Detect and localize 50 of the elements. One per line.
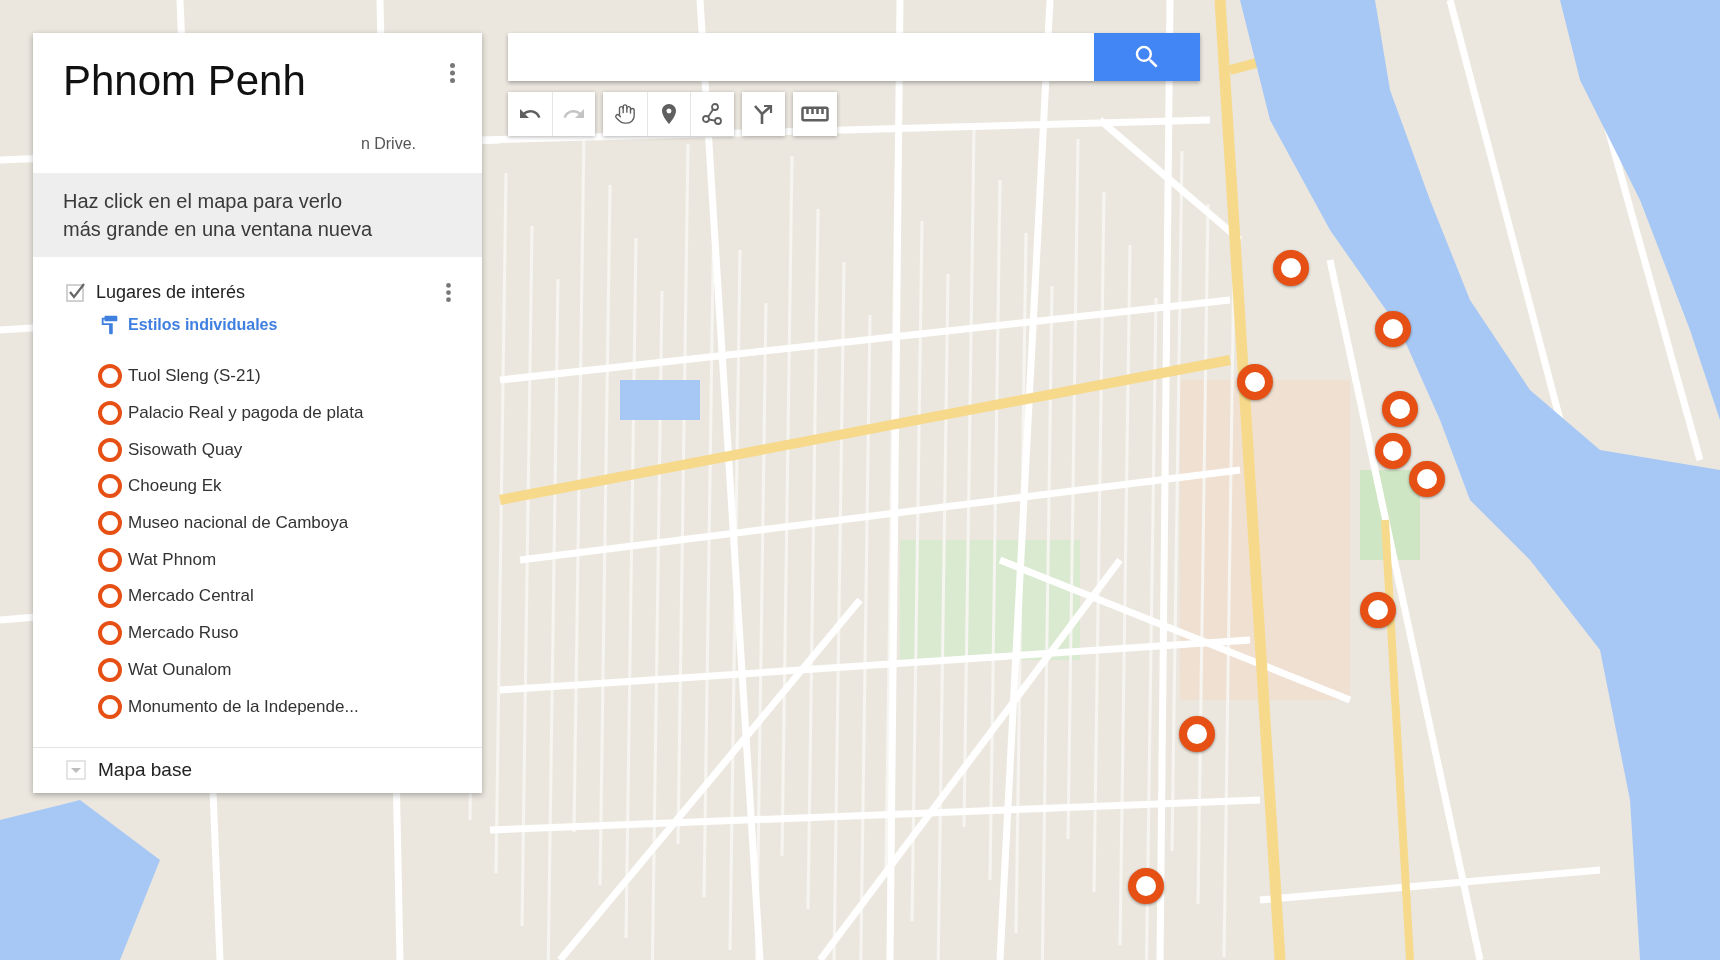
route-tool-button[interactable] [741, 92, 785, 136]
hand-icon [613, 103, 636, 125]
base-map-title: Mapa base [98, 758, 192, 783]
undo-tool-button[interactable] [508, 92, 552, 136]
line-tool-button[interactable] [690, 92, 734, 136]
layer-title: Lugares de interés [96, 281, 247, 304]
banner-text: Haz click en el mapa para verlo más grande en una ventana nueva [63, 189, 374, 242]
ring-marker-icon [98, 547, 122, 572]
ring-marker-icon [98, 511, 122, 536]
drive-note: n Drive. [360, 134, 416, 154]
map-title: Phnom Penh [63, 56, 306, 106]
marker-tool-button[interactable] [646, 92, 690, 136]
more-vert-icon [449, 63, 455, 83]
place-item[interactable]: Mercado Central [33, 578, 482, 615]
ring-marker-icon [98, 621, 122, 646]
more-vert-icon [445, 282, 451, 302]
search-button[interactable] [1094, 33, 1200, 81]
place-item[interactable]: Tuol Sleng (S-21) [33, 358, 482, 395]
ring-marker-icon [98, 364, 122, 389]
place-item[interactable]: Palacio Real y pagoda de plata [33, 394, 482, 432]
place-name: Sisowath Quay [128, 438, 243, 461]
place-name: Tuol Sleng (S-21) [128, 365, 261, 388]
styles-link[interactable]: Estilos individuales [128, 314, 278, 336]
ring-marker-icon [98, 401, 122, 426]
pan-tool-button[interactable] [603, 92, 647, 136]
place-name: Museo nacional de Camboya [128, 512, 349, 535]
measure-tool-button[interactable] [793, 92, 837, 136]
place-name: Wat Phnom [128, 548, 217, 571]
ring-marker-icon [98, 657, 122, 682]
ring-marker-icon [98, 694, 122, 719]
place-name: Mercado Central [128, 585, 254, 608]
place-item[interactable]: Choeung Ek [33, 468, 482, 505]
line-tool-icon [701, 103, 724, 125]
layer-checkbox[interactable] [66, 282, 86, 302]
place-name: Monumento de la Independe... [128, 695, 359, 718]
place-item[interactable]: Mercado Ruso [33, 614, 482, 652]
ring-marker-icon [98, 474, 122, 499]
place-item[interactable]: Museo nacional de Camboya [33, 504, 482, 542]
place-name: Mercado Ruso [128, 622, 239, 645]
place-name: Palacio Real y pagoda de plata [128, 402, 364, 425]
search-field[interactable] [508, 33, 1094, 81]
place-name: Choeung Ek [128, 475, 222, 498]
expand-toggle[interactable] [66, 760, 86, 781]
place-item[interactable]: Sisowath Quay [33, 431, 482, 469]
place-item[interactable]: Monumento de la Independe... [33, 688, 482, 725]
place-item[interactable]: Wat Phnom [33, 541, 482, 579]
place-item[interactable]: Wat Ounalom [33, 651, 482, 689]
place-name: Wat Ounalom [128, 658, 232, 681]
ring-marker-icon [98, 584, 122, 609]
ring-marker-icon [98, 437, 122, 462]
